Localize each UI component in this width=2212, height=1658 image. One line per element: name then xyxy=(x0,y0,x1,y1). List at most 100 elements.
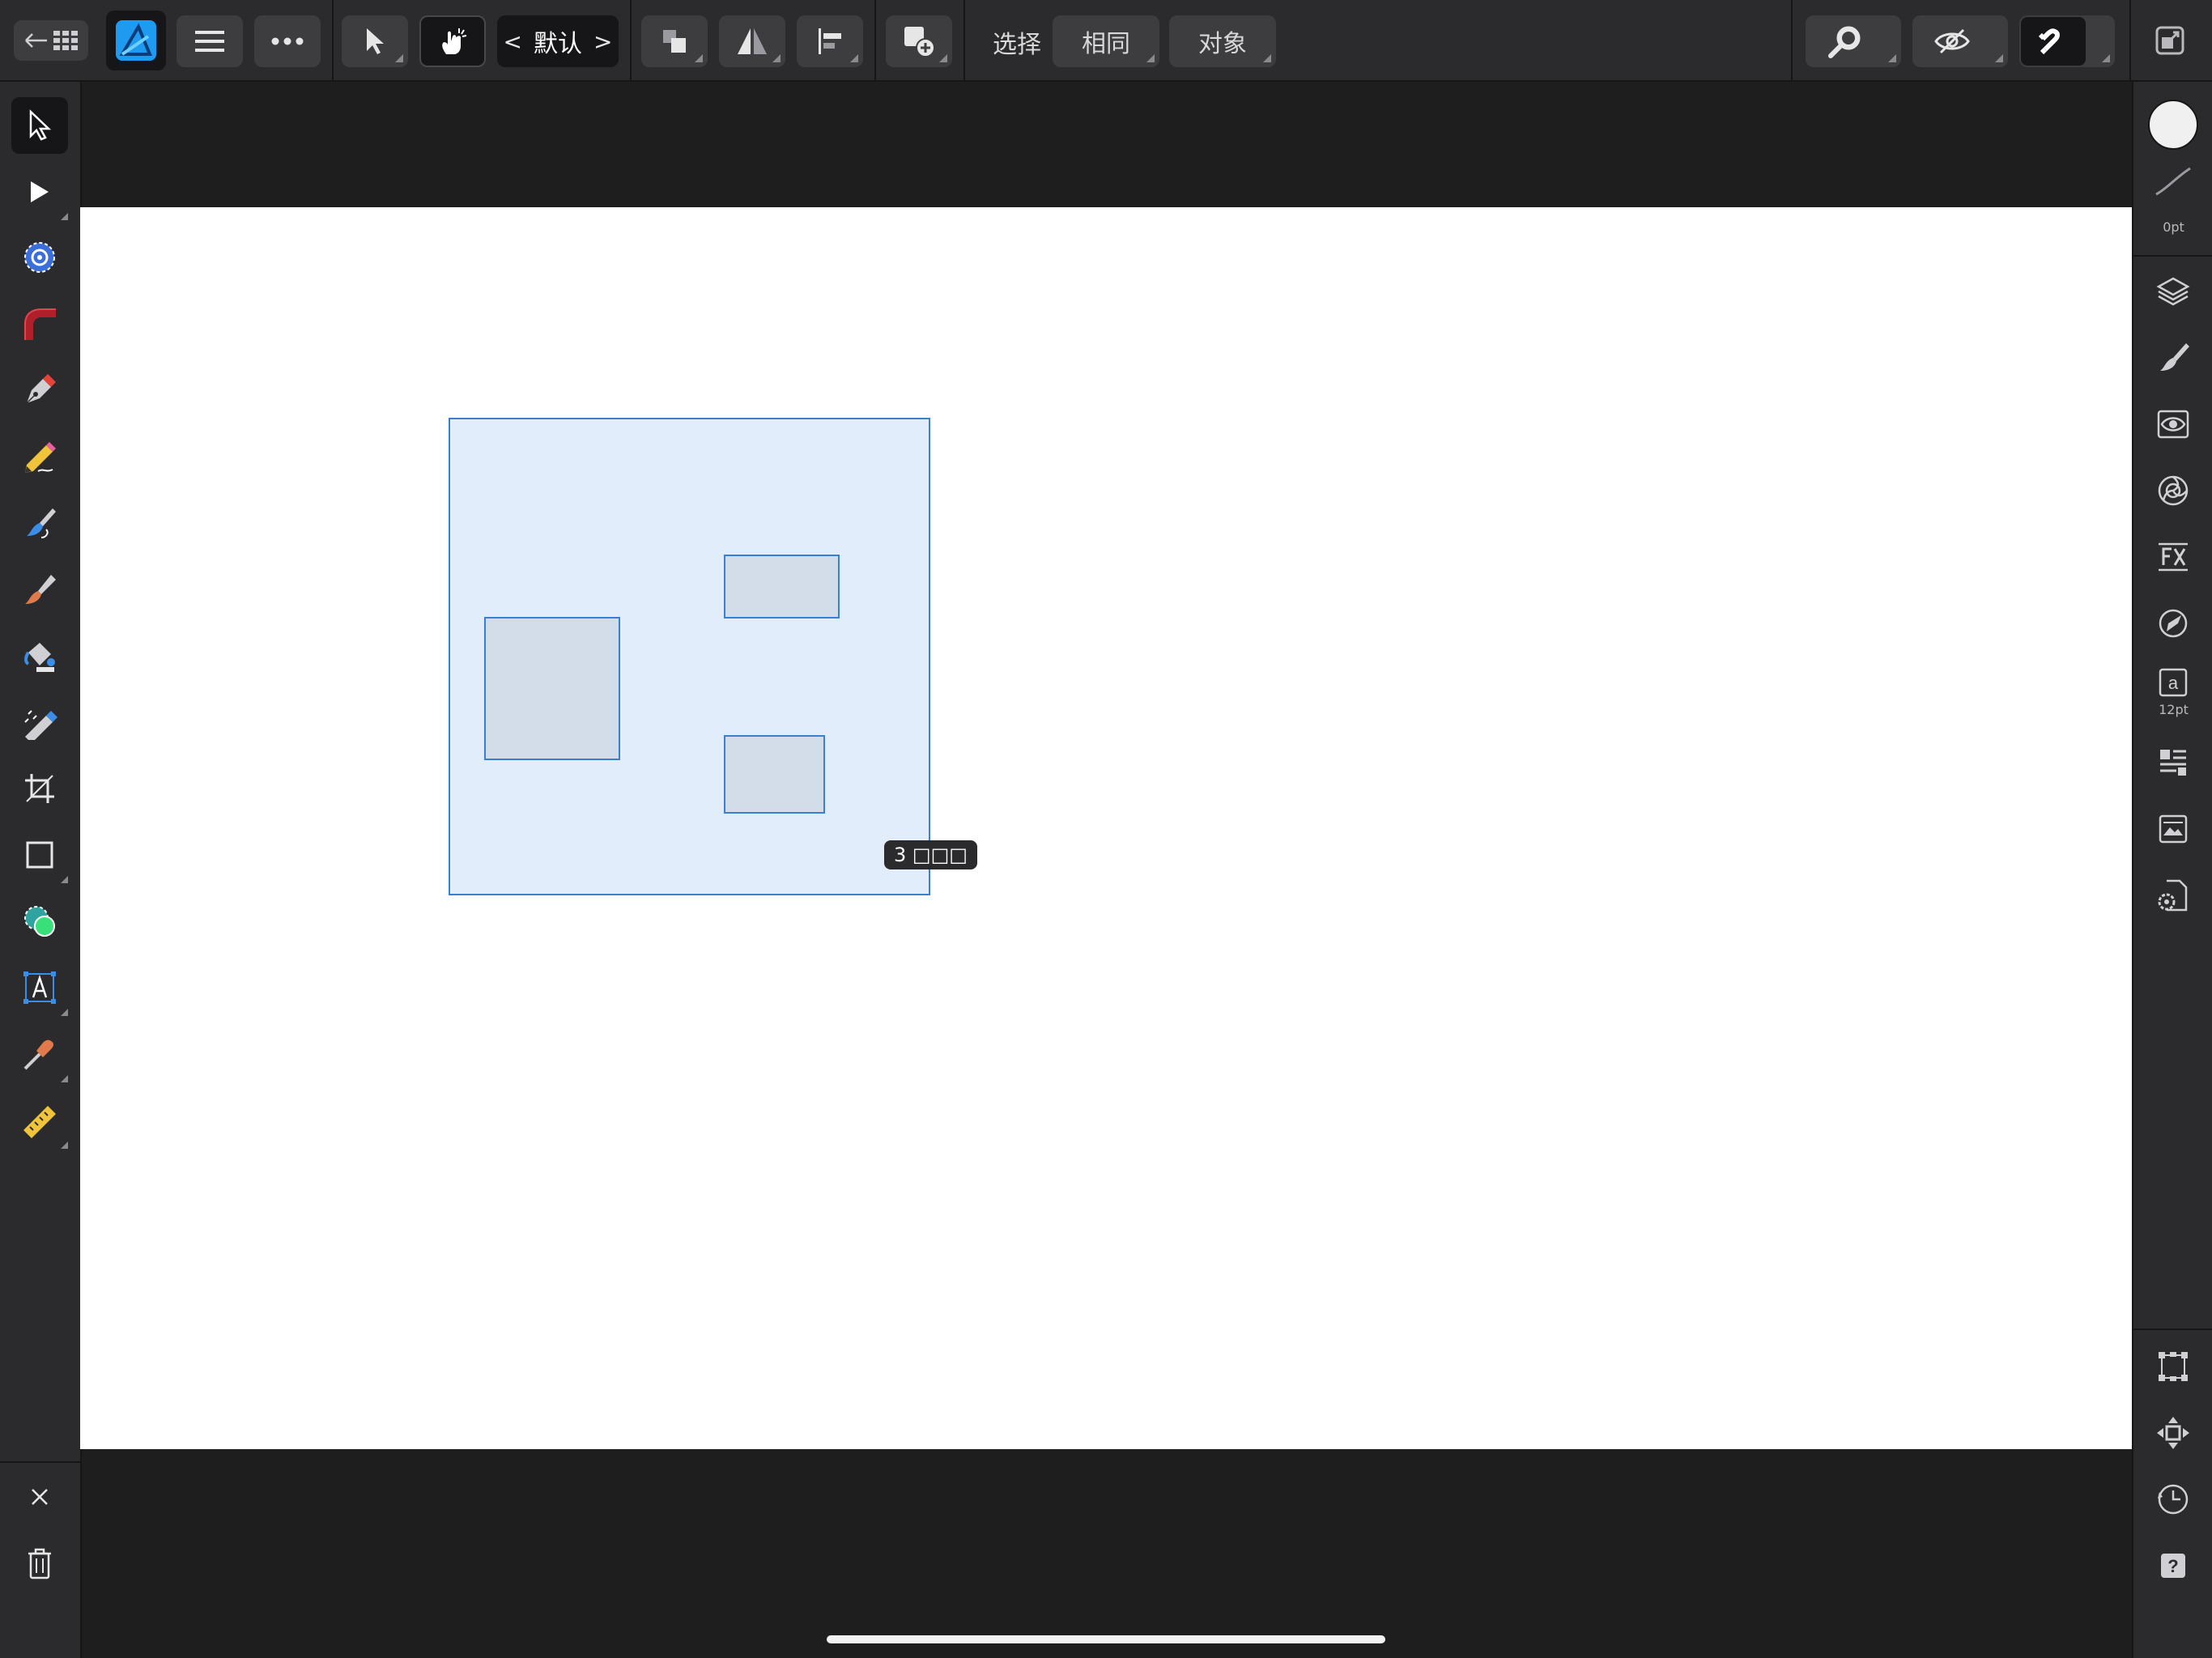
layers-studio-button[interactable] xyxy=(2145,263,2201,320)
pointer-icon xyxy=(364,27,386,56)
app-logo-button[interactable] xyxy=(106,11,166,70)
transform-icon xyxy=(2157,1350,2189,1383)
more-button[interactable] xyxy=(254,15,321,67)
back-home-button[interactable] xyxy=(14,20,88,61)
snapping-button[interactable] xyxy=(2019,15,2115,67)
navigator-studio-button[interactable] xyxy=(2145,595,2201,652)
move-studio-button[interactable] xyxy=(2145,1405,2201,1461)
top-toolbar: < 默认 > 选择 相同 对象 xyxy=(0,0,2212,82)
delete-button[interactable] xyxy=(11,1535,68,1592)
document-settings-icon xyxy=(2155,878,2191,913)
shape-builder-tool-button[interactable] xyxy=(11,893,68,950)
effects-studio-button[interactable] xyxy=(2145,529,2201,585)
rectangle-shape[interactable] xyxy=(484,617,620,760)
crop-tool-icon xyxy=(23,772,56,805)
trash-icon xyxy=(26,1547,53,1579)
stock-studio-button[interactable] xyxy=(2145,801,2201,857)
crop-tool-button[interactable] xyxy=(11,760,68,817)
affinity-designer-logo-icon xyxy=(116,20,156,61)
navigator-icon xyxy=(2157,607,2189,640)
node-tool-button[interactable] xyxy=(11,164,68,220)
object-button-label: 对象 xyxy=(1198,30,1247,58)
touch-modifier-button[interactable] xyxy=(419,15,486,67)
select-object-button[interactable]: 对象 xyxy=(1169,15,1276,67)
appearance-icon xyxy=(2155,408,2191,440)
transparency-tool-icon xyxy=(22,704,57,740)
fullscreen-button[interactable] xyxy=(2154,24,2186,57)
transparency-tool-button[interactable] xyxy=(11,694,68,750)
toolbar-divider xyxy=(630,0,632,80)
eyedropper-tool-button[interactable] xyxy=(11,1026,68,1082)
insert-button[interactable] xyxy=(886,15,952,67)
transform-studio-button[interactable] xyxy=(2145,1338,2201,1395)
view-mode-icon xyxy=(1934,28,1970,54)
flip-button[interactable] xyxy=(719,15,785,67)
menu-button[interactable] xyxy=(177,15,243,67)
view-mode-button[interactable] xyxy=(1912,15,2008,67)
stock-icon xyxy=(2157,813,2189,845)
stroke-swatch[interactable] xyxy=(2145,161,2201,202)
same-button-label: 相同 xyxy=(1082,30,1130,58)
toolbar-divider xyxy=(1791,0,1793,80)
corner-tool-button[interactable] xyxy=(11,295,68,352)
persona-switcher[interactable]: < 默认 > xyxy=(497,15,619,67)
history-studio-button[interactable] xyxy=(2145,1471,2201,1528)
chevron-right-icon[interactable]: > xyxy=(593,28,612,55)
history-icon xyxy=(2156,1482,2190,1516)
pixel-brush-tool-button[interactable] xyxy=(11,561,68,618)
pencil-tool-button[interactable] xyxy=(11,428,68,485)
move-tool-button[interactable] xyxy=(11,97,68,154)
character-studio-button[interactable]: a xyxy=(2145,658,2201,707)
align-button[interactable] xyxy=(797,15,863,67)
rectangle-tool-button[interactable] xyxy=(11,827,68,883)
selection-count-badge: 3 □□□ xyxy=(884,840,977,869)
pen-tool-button[interactable] xyxy=(11,362,68,419)
select-same-button[interactable]: 相同 xyxy=(1053,15,1159,67)
close-button[interactable] xyxy=(11,1469,68,1525)
document-settings-button[interactable] xyxy=(2145,867,2201,924)
fx-icon xyxy=(2155,541,2191,573)
symbols-studio-button[interactable] xyxy=(2145,462,2201,519)
fill-tool-button[interactable] xyxy=(11,627,68,684)
move-arrows-icon xyxy=(2155,1415,2191,1451)
arrange-button[interactable] xyxy=(641,15,708,67)
arrange-icon xyxy=(660,27,689,56)
snapping-magnet-icon xyxy=(2037,25,2069,57)
pen-tool-icon xyxy=(22,372,57,408)
document-canvas[interactable]: 3 □□□ xyxy=(80,207,2132,1449)
chevron-left-icon[interactable]: < xyxy=(504,28,522,55)
layers-icon xyxy=(2155,275,2191,308)
paragraph-studio-button[interactable] xyxy=(2145,734,2201,791)
svg-text:a: a xyxy=(2168,673,2179,693)
stroke-width-label: 0pt xyxy=(2163,219,2184,235)
zoom-button[interactable] xyxy=(1806,15,1901,67)
right-divider xyxy=(2133,255,2212,257)
studio-panel: 0pt a 12pt ? xyxy=(2132,82,2212,1658)
insert-icon xyxy=(903,25,935,57)
back-arrow-icon xyxy=(24,32,49,49)
touch-gesture-icon xyxy=(436,25,469,57)
fill-color-swatch[interactable] xyxy=(2145,96,2201,153)
selection-mode-button[interactable] xyxy=(342,15,408,67)
stroke-icon xyxy=(2153,165,2193,198)
tools-panel xyxy=(0,82,82,1658)
rectangle-shape[interactable] xyxy=(724,555,840,619)
vector-brush-tool-button[interactable] xyxy=(11,495,68,551)
select-label: 选择 xyxy=(993,31,1041,59)
toolbar-divider xyxy=(2129,0,2131,80)
help-button[interactable]: ? xyxy=(2145,1537,2201,1594)
measure-tool-icon xyxy=(22,1103,57,1138)
appearance-studio-button[interactable] xyxy=(2145,396,2201,453)
text-tool-button[interactable] xyxy=(11,959,68,1016)
rectangle-shape[interactable] xyxy=(724,735,825,814)
home-indicator[interactable] xyxy=(827,1635,1385,1643)
flip-icon xyxy=(736,27,768,56)
color-swatch-icon xyxy=(2147,99,2199,151)
point-transform-tool-button[interactable] xyxy=(11,229,68,286)
right-divider xyxy=(2133,1329,2212,1330)
pixel-brush-icon xyxy=(22,572,57,607)
measure-tool-button[interactable] xyxy=(11,1092,68,1149)
brushes-studio-button[interactable] xyxy=(2145,329,2201,386)
toolbar-divider xyxy=(963,0,965,80)
vector-brush-icon xyxy=(22,505,57,541)
